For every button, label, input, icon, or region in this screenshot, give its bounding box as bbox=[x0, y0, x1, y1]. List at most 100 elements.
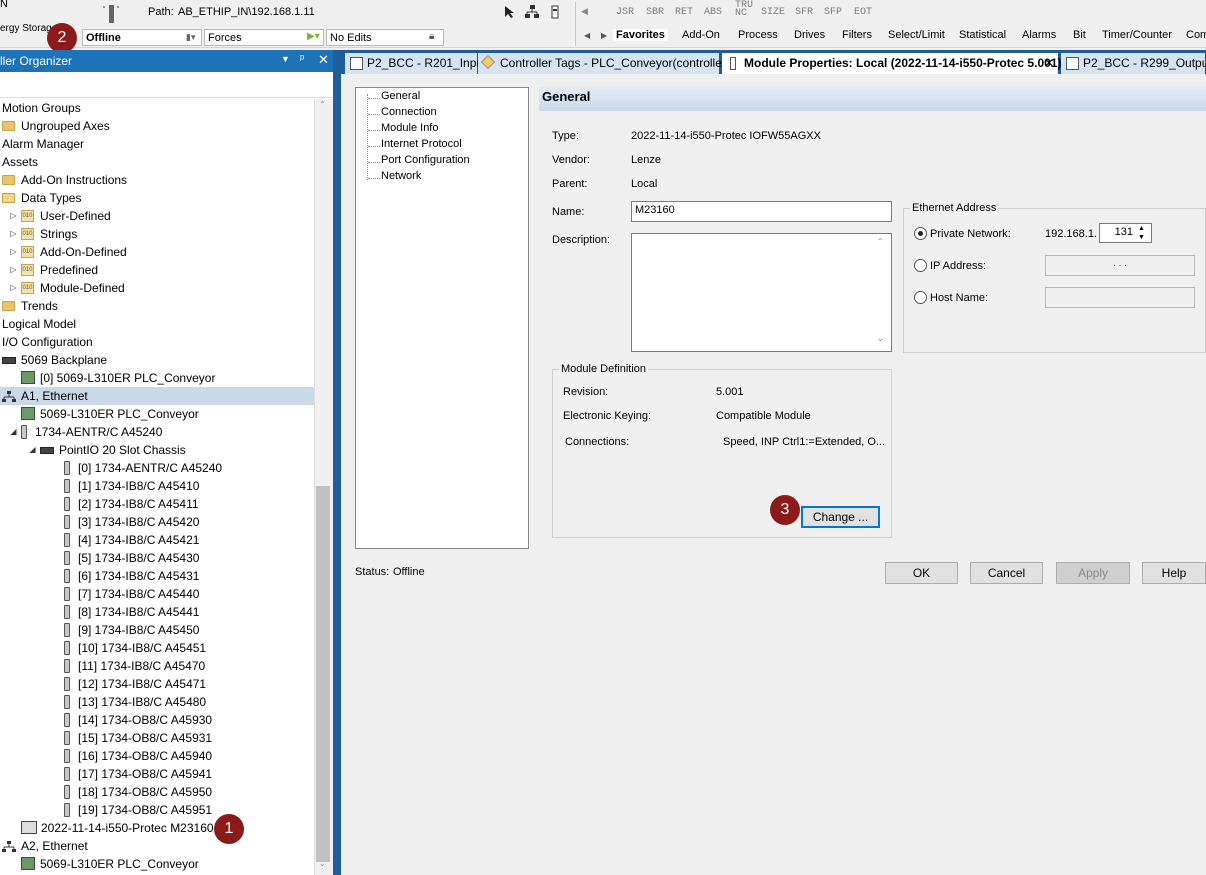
tree-item[interactable]: [0] 5069-L310ER PLC_Conveyor bbox=[0, 369, 314, 387]
ribbon-tab-com[interactable]: Com bbox=[1186, 29, 1206, 41]
tree-item[interactable]: A2, Ethernet bbox=[0, 837, 314, 855]
tree-item[interactable]: A1, Ethernet bbox=[0, 387, 314, 405]
ribbon-tab-process[interactable]: Process bbox=[738, 29, 778, 41]
collapse-icon[interactable]: ◢ bbox=[9, 423, 18, 441]
nav-connection[interactable]: Connection bbox=[381, 106, 437, 118]
expand-icon[interactable]: ▷ bbox=[9, 207, 18, 225]
tab-r201-input[interactable]: P2_BCC - R201_Input bbox=[345, 53, 486, 74]
pin-icon[interactable]: ᵖ bbox=[300, 53, 304, 65]
path-value[interactable]: AB_ETHIP_IN\192.168.1.11 bbox=[178, 6, 315, 18]
ribbon-tab-drives[interactable]: Drives bbox=[794, 29, 825, 41]
tab-close-icon[interactable]: ✕ bbox=[1044, 56, 1054, 70]
organizer-filter[interactable] bbox=[0, 72, 333, 98]
expand-icon[interactable]: ▷ bbox=[9, 279, 18, 297]
tree-item[interactable]: [0] 1734-AENTR/C A45240 bbox=[0, 459, 314, 477]
apply-button[interactable]: Apply bbox=[1056, 562, 1130, 584]
ip-address-input[interactable]: . . . bbox=[1045, 255, 1195, 276]
scroll-up-icon[interactable]: ⌃ bbox=[877, 237, 884, 246]
tree-item[interactable]: 5069-L310ER PLC_Conveyor bbox=[0, 855, 314, 873]
ok-button[interactable]: OK bbox=[885, 562, 958, 584]
tree-item[interactable]: [11] 1734-IB8/C A45470 bbox=[0, 657, 314, 675]
nav-general[interactable]: General bbox=[381, 90, 420, 102]
ribbon-scroll-right-icon[interactable]: ▶ bbox=[601, 31, 607, 40]
tree-item[interactable]: Assets bbox=[0, 153, 314, 171]
instruction-ret[interactable]: RET bbox=[675, 7, 693, 18]
tree-item[interactable]: [13] 1734-IB8/C A45480 bbox=[0, 693, 314, 711]
ribbon-tab-select-limit[interactable]: Select/Limit bbox=[888, 29, 945, 41]
tree-item[interactable]: I/O Configuration bbox=[0, 333, 314, 351]
ribbon-tab-favorites[interactable]: Favorites bbox=[613, 29, 668, 41]
ribbon-tab-statistical[interactable]: Statistical bbox=[959, 29, 1006, 41]
network-icon[interactable] bbox=[524, 5, 540, 19]
ribbon-tab-alarms[interactable]: Alarms bbox=[1022, 29, 1056, 41]
browse-cursor-icon[interactable] bbox=[503, 5, 517, 19]
private-network-radio[interactable] bbox=[914, 227, 927, 240]
collapse-icon[interactable]: ◢ bbox=[28, 441, 37, 459]
ribbon-scroll-left-icon[interactable]: ◀ bbox=[584, 31, 590, 40]
tree-item[interactable]: ▷ 010 Predefined bbox=[0, 261, 314, 279]
tree-item[interactable]: [6] 1734-IB8/C A45431 bbox=[0, 567, 314, 585]
controller-icon[interactable] bbox=[550, 5, 560, 19]
private-octet-spinner[interactable]: 131 ▲ ▼ bbox=[1099, 223, 1152, 243]
tree-item[interactable]: [8] 1734-IB8/C A45441 bbox=[0, 603, 314, 621]
tree-item[interactable]: Logical Model bbox=[0, 315, 314, 333]
tree-item[interactable]: [18] 1734-OB8/C A45950 bbox=[0, 783, 314, 801]
ribbon-tab-bit[interactable]: Bit bbox=[1073, 29, 1086, 41]
close-icon[interactable]: ✕ bbox=[318, 52, 329, 68]
tab-r299-output[interactable]: P2_BCC - R299_Output bbox=[1061, 53, 1206, 74]
tree-item[interactable]: Motion Groups bbox=[0, 99, 314, 117]
edits-status[interactable]: No Edits 🔒︎ bbox=[326, 29, 444, 46]
tree-item[interactable]: [12] 1734-IB8/C A45471 bbox=[0, 675, 314, 693]
instruction-tru-nc[interactable]: TRU NC bbox=[735, 1, 753, 19]
tree-item[interactable]: [3] 1734-IB8/C A45420 bbox=[0, 513, 314, 531]
spinner-arrows-icon[interactable]: ▲ ▼ bbox=[1138, 224, 1145, 242]
scroll-up-icon[interactable]: ⌃ bbox=[319, 100, 326, 109]
tree-item[interactable]: ▷ 010 User-Defined bbox=[0, 207, 314, 225]
cancel-button[interactable]: Cancel bbox=[970, 562, 1043, 584]
tree-item[interactable]: [10] 1734-IB8/C A45451 bbox=[0, 639, 314, 657]
organizer-dropdown-icon[interactable]: ▼ bbox=[281, 54, 290, 64]
tree-item[interactable]: Data Types bbox=[0, 189, 314, 207]
tree-item[interactable]: [9] 1734-IB8/C A45450 bbox=[0, 621, 314, 639]
tree-item[interactable]: [17] 1734-OB8/C A45941 bbox=[0, 765, 314, 783]
tree-item[interactable]: 2022-11-14-i550-Protec M23160 bbox=[0, 819, 314, 837]
instruction-size[interactable]: SIZE bbox=[761, 7, 785, 18]
host-name-radio[interactable] bbox=[914, 291, 927, 304]
tree-item[interactable]: [7] 1734-IB8/C A45440 bbox=[0, 585, 314, 603]
nav-module-info[interactable]: Module Info bbox=[381, 122, 438, 134]
tree-item[interactable]: [4] 1734-IB8/C A45421 bbox=[0, 531, 314, 549]
description-textarea[interactable]: ⌃ ⌄ bbox=[631, 233, 892, 352]
tree-item[interactable]: 5069 Backplane bbox=[0, 351, 314, 369]
tree-item[interactable]: 5069-L310ER PLC_Conveyor bbox=[0, 405, 314, 423]
tree-item[interactable]: Alarm Manager bbox=[0, 135, 314, 153]
tree-item[interactable]: [16] 1734-OB8/C A45940 bbox=[0, 747, 314, 765]
nav-port-configuration[interactable]: Port Configuration bbox=[381, 154, 470, 166]
expand-icon[interactable]: ▷ bbox=[9, 261, 18, 279]
name-input[interactable]: M23160 bbox=[631, 201, 892, 222]
tree-item[interactable]: ◢ PointIO 20 Slot Chassis bbox=[0, 441, 314, 459]
tree-item[interactable]: [1] 1734-IB8/C A45410 bbox=[0, 477, 314, 495]
ribbon-tab-timer-counter[interactable]: Timer/Counter bbox=[1102, 29, 1172, 41]
forces-status[interactable]: Forces ▶▾ bbox=[204, 29, 324, 46]
tree-item[interactable]: ▷ 010 Add-On-Defined bbox=[0, 243, 314, 261]
forces-arrow-icon[interactable]: ▶▾ bbox=[307, 31, 320, 42]
ribbon-tab-add-on[interactable]: Add-On bbox=[682, 29, 720, 41]
scroll-left-icon[interactable]: ◀ bbox=[581, 6, 588, 17]
host-name-input[interactable] bbox=[1045, 287, 1195, 308]
tree-item[interactable]: [14] 1734-OB8/C A45930 bbox=[0, 711, 314, 729]
pane-splitter[interactable] bbox=[333, 50, 341, 875]
instruction-sfr[interactable]: SFR bbox=[795, 7, 813, 18]
instruction-sbr[interactable]: SBR bbox=[646, 7, 664, 18]
help-button[interactable]: Help bbox=[1142, 562, 1206, 584]
tree-item[interactable]: [2] 1734-IB8/C A45411 bbox=[0, 495, 314, 513]
nav-internet-protocol[interactable]: Internet Protocol bbox=[381, 138, 462, 150]
tree-item[interactable]: [15] 1734-OB8/C A45931 bbox=[0, 729, 314, 747]
tab-module-properties[interactable]: Module Properties: Local (2022-11-14-i55… bbox=[722, 53, 1061, 74]
tree-item[interactable]: Add-On Instructions bbox=[0, 171, 314, 189]
expand-icon[interactable]: ▷ bbox=[9, 225, 18, 243]
tab-controller-tags[interactable]: Controller Tags - PLC_Conveyor(controlle… bbox=[478, 53, 730, 74]
ip-address-radio[interactable] bbox=[914, 259, 927, 272]
change-button[interactable]: Change ... bbox=[801, 506, 880, 528]
instruction-abs[interactable]: ABS bbox=[704, 7, 722, 18]
expand-icon[interactable]: ▷ bbox=[9, 243, 18, 261]
